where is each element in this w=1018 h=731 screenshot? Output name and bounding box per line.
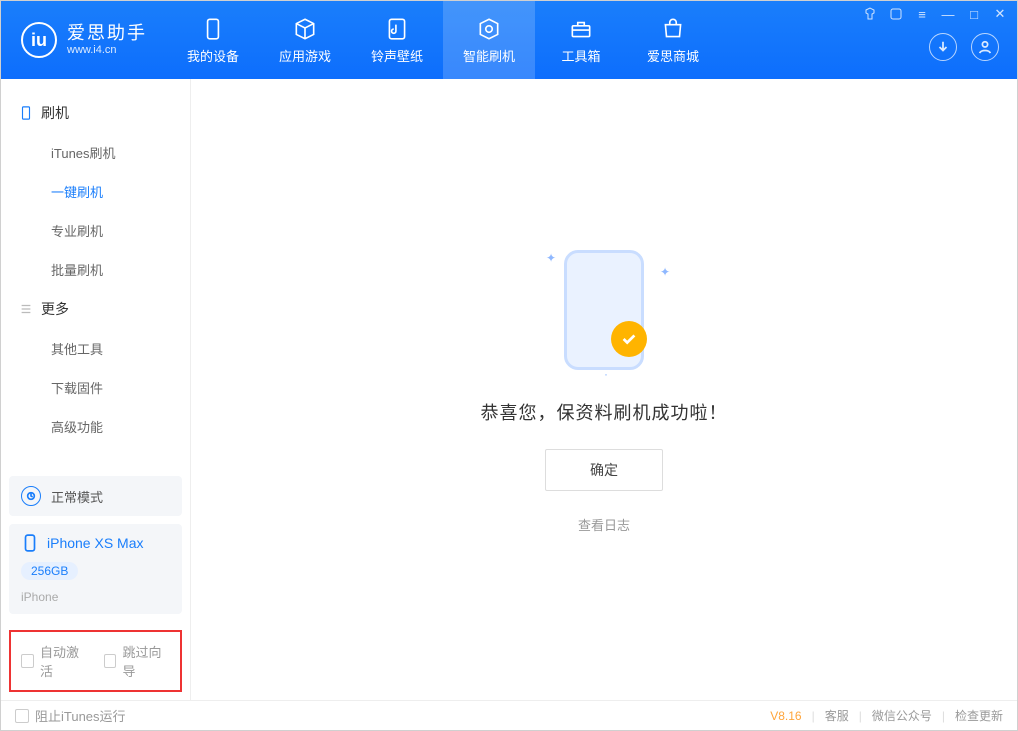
tab-label: 应用游戏 (279, 46, 331, 65)
music-icon (384, 16, 410, 42)
user-button[interactable] (971, 33, 999, 61)
cube-icon (292, 16, 318, 42)
phone-illustration (564, 250, 644, 370)
sidebar-group-flash: 刷机 (1, 93, 190, 133)
tab-store[interactable]: 爱思商城 (627, 1, 719, 79)
device-mode-box[interactable]: 正常模式 (9, 476, 182, 516)
app-title: 爱思助手 (67, 23, 147, 45)
tab-label: 我的设备 (187, 46, 239, 65)
check-badge-icon (611, 321, 647, 357)
ok-button[interactable]: 确定 (545, 449, 663, 491)
tab-my-device[interactable]: 我的设备 (167, 1, 259, 79)
minimize-button[interactable]: — (941, 7, 955, 21)
sidebar-item-pro-flash[interactable]: 专业刷机 (1, 211, 190, 250)
sidebar-group-more: 更多 (1, 289, 190, 329)
header: iu 爱思助手 www.i4.cn 我的设备 应用游戏 铃声壁纸 智能刷机 工具… (1, 1, 1017, 79)
tab-label: 爱思商城 (647, 46, 699, 65)
device-name: iPhone XS Max (47, 535, 144, 551)
checkbox-block-itunes[interactable]: 阻止iTunes运行 (15, 706, 126, 725)
sidebar-group-title: 更多 (41, 299, 69, 319)
tab-label: 智能刷机 (463, 46, 515, 65)
sidebar-item-batch-flash[interactable]: 批量刷机 (1, 250, 190, 289)
maximize-button[interactable]: □ (967, 7, 981, 21)
sidebar-group-title: 刷机 (41, 103, 69, 123)
phone-icon (21, 534, 39, 552)
device-small-icon (19, 106, 33, 120)
checkbox-icon (104, 654, 117, 668)
sparkle-icon: ✦ (660, 265, 670, 279)
menu-icon[interactable]: ≡ (915, 7, 929, 21)
shop-icon (660, 16, 686, 42)
checkbox-icon (21, 654, 34, 668)
checkbox-label: 跳过向导 (122, 642, 170, 680)
footer-link-update[interactable]: 检查更新 (955, 707, 1003, 724)
device-info-box[interactable]: iPhone XS Max 256GB iPhone (9, 524, 182, 614)
mode-icon (21, 486, 41, 506)
toolbox-icon (568, 16, 594, 42)
download-button[interactable] (929, 33, 957, 61)
skin-icon[interactable] (863, 7, 877, 21)
device-type: iPhone (21, 590, 58, 604)
tab-toolbox[interactable]: 工具箱 (535, 1, 627, 79)
checkbox-icon (15, 709, 29, 723)
checkbox-skip-guide[interactable]: 跳过向导 (104, 642, 171, 680)
refresh-icon (476, 16, 502, 42)
sparkle-icon: ✦ (546, 251, 556, 265)
tab-label: 铃声壁纸 (371, 46, 423, 65)
main-content: ✦ ✦ · 恭喜您，保资料刷机成功啦！ 确定 查看日志 (191, 79, 1017, 700)
success-illustration: ✦ ✦ · (544, 245, 664, 375)
tab-smart-flash[interactable]: 智能刷机 (443, 1, 535, 79)
feedback-icon[interactable] (889, 7, 903, 21)
main-tabs: 我的设备 应用游戏 铃声壁纸 智能刷机 工具箱 爱思商城 (167, 1, 719, 79)
sidebar-item-other-tools[interactable]: 其他工具 (1, 329, 190, 368)
view-log-link[interactable]: 查看日志 (578, 515, 630, 534)
checkbox-row-highlighted: 自动激活 跳过向导 (9, 630, 182, 692)
tab-label: 工具箱 (561, 46, 600, 65)
sidebar-item-download-firmware[interactable]: 下载固件 (1, 368, 190, 407)
footer-link-support[interactable]: 客服 (825, 707, 849, 724)
app-subtitle: www.i4.cn (67, 44, 147, 57)
version-label: V8.16 (770, 709, 801, 723)
sidebar-item-itunes-flash[interactable]: iTunes刷机 (1, 133, 190, 172)
device-capacity: 256GB (21, 562, 78, 580)
footer: 阻止iTunes运行 V8.16 | 客服 | 微信公众号 | 检查更新 (1, 700, 1017, 730)
sidebar: 刷机 iTunes刷机 一键刷机 专业刷机 批量刷机 更多 其他工具 下载固件 … (1, 79, 191, 700)
checkbox-label: 阻止iTunes运行 (35, 706, 126, 725)
tab-apps-games[interactable]: 应用游戏 (259, 1, 351, 79)
sidebar-item-oneclick-flash[interactable]: 一键刷机 (1, 172, 190, 211)
tab-ringtone-wallpaper[interactable]: 铃声壁纸 (351, 1, 443, 79)
checkbox-auto-activate[interactable]: 自动激活 (21, 642, 88, 680)
logo-icon: iu (21, 22, 57, 58)
device-mode-label: 正常模式 (51, 487, 103, 506)
footer-link-wechat[interactable]: 微信公众号 (872, 707, 932, 724)
sidebar-item-advanced[interactable]: 高级功能 (1, 407, 190, 446)
success-message: 恭喜您，保资料刷机成功啦！ (481, 399, 728, 425)
window-controls: ≡ — □ ✕ (863, 7, 1007, 21)
logo[interactable]: iu 爱思助手 www.i4.cn (1, 1, 167, 79)
close-button[interactable]: ✕ (993, 7, 1007, 21)
list-icon (19, 302, 33, 316)
device-icon (200, 16, 226, 42)
checkbox-label: 自动激活 (40, 642, 88, 680)
